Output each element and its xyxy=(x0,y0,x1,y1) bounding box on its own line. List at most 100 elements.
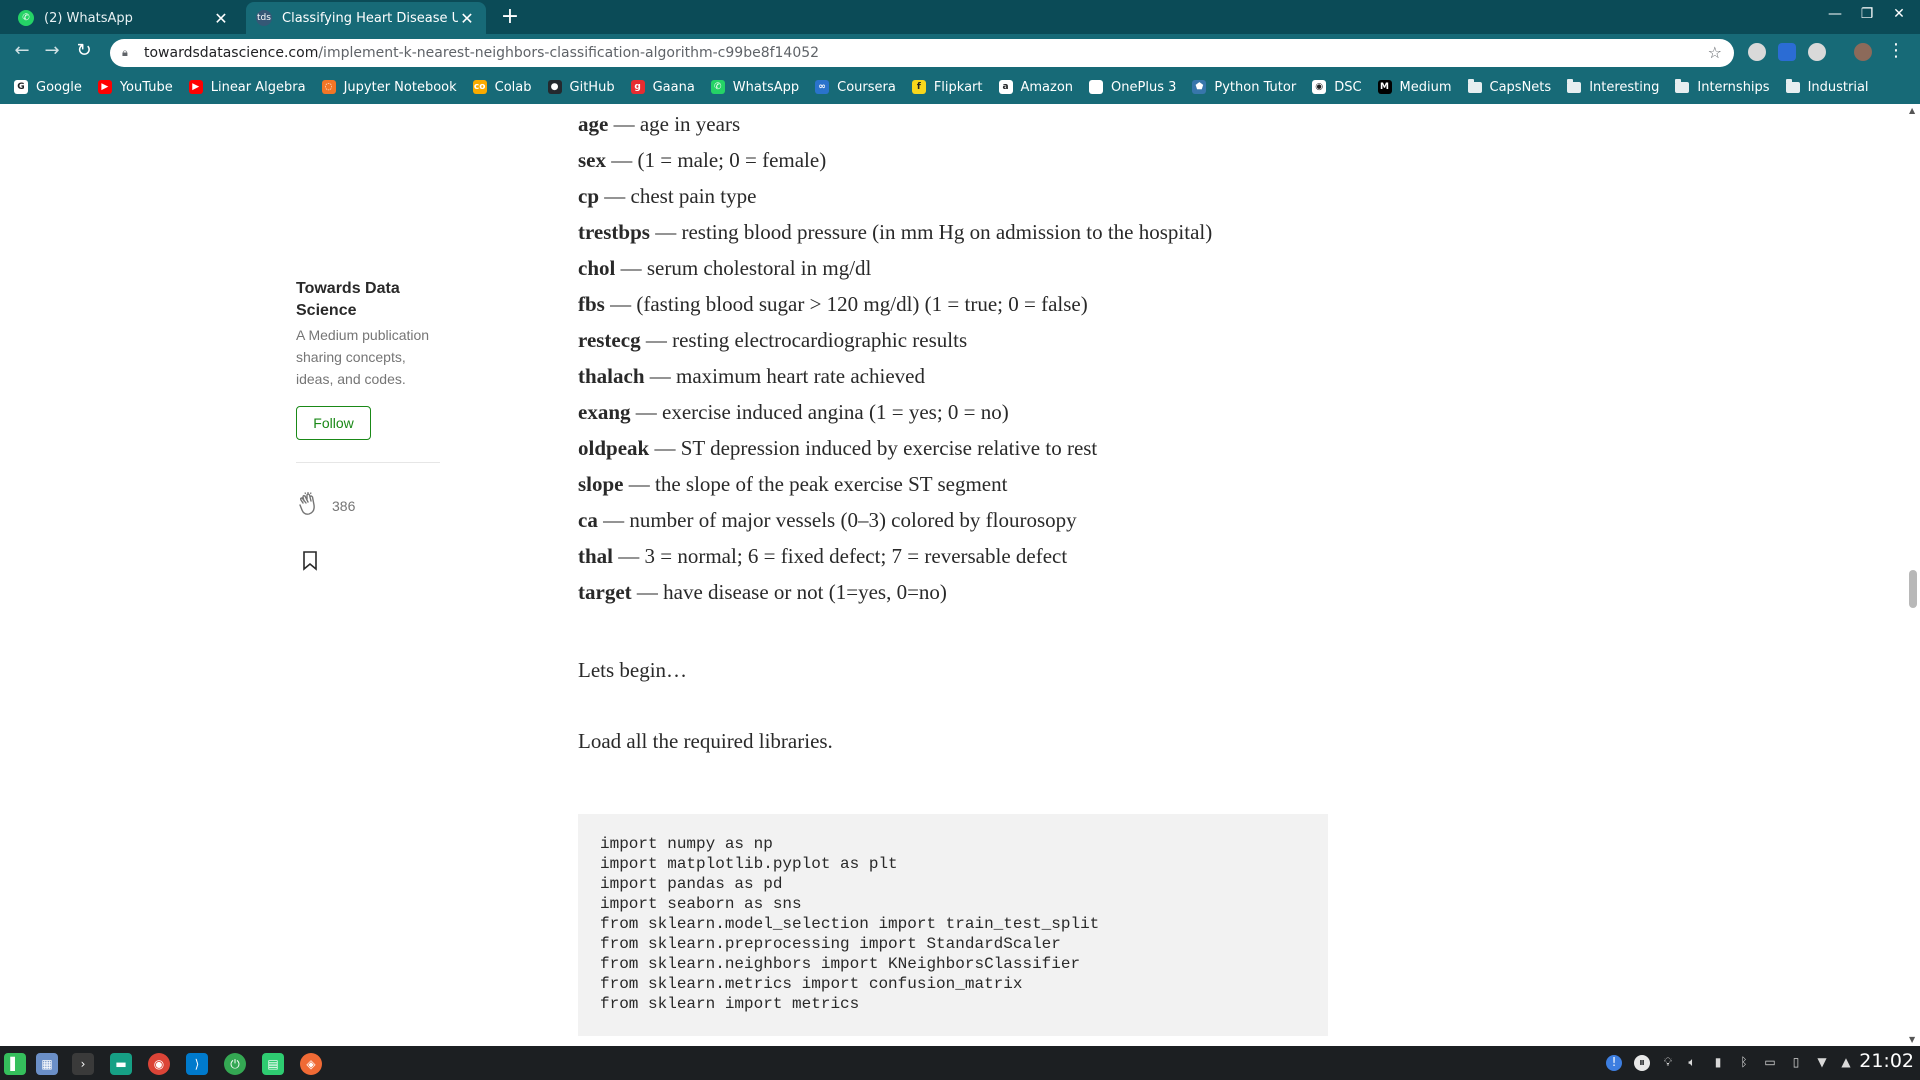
bookmark-medium[interactable]: M Medium xyxy=(1377,80,1452,95)
attribute-name: fbs xyxy=(578,292,605,316)
bookmark-gaana[interactable]: g Gaana xyxy=(630,80,695,95)
bookmark-oneplus-3[interactable]: OnePlus 3 xyxy=(1089,80,1176,95)
tab-title: (2) WhatsApp xyxy=(44,10,133,26)
notification-icon[interactable]: ! xyxy=(1606,1055,1622,1071)
restore-icon[interactable]: ❐ xyxy=(1857,6,1877,22)
volume-icon[interactable]: 🔈︎ xyxy=(1684,1055,1700,1071)
follow-button[interactable]: Follow xyxy=(296,406,371,440)
scrollbar-thumb[interactable] xyxy=(1909,570,1917,608)
attribute-description: — chest pain type xyxy=(599,184,757,208)
vscode-icon[interactable]: ⟩ xyxy=(186,1053,208,1075)
attribute-item: exang — exercise induced angina (1 = yes… xyxy=(578,400,1009,425)
extension-icon[interactable] xyxy=(1748,43,1766,61)
bookmark-youtube[interactable]: ▶ YouTube xyxy=(97,80,173,95)
bookmark-label: Industrial xyxy=(1807,79,1869,95)
bookmark-dsc[interactable]: ◉ DSC xyxy=(1312,80,1362,95)
attribute-name: sex xyxy=(578,148,606,172)
bookmark-internships[interactable]: Internships xyxy=(1675,78,1770,95)
document-icon[interactable]: ▤ xyxy=(262,1053,284,1075)
minimize-icon[interactable]: — xyxy=(1825,6,1845,22)
bookmark-label: Colab xyxy=(494,79,532,95)
clipboard-icon[interactable]: ▮ xyxy=(1710,1055,1726,1071)
bookmark-github[interactable]: ● GitHub xyxy=(547,80,615,95)
attribute-description: — serum cholestoral in mg/dl xyxy=(615,256,872,280)
browser-toolbar: ← → ↻ 🔒︎ towardsdatascience.com /impleme… xyxy=(0,34,1920,70)
battery-icon[interactable]: ▯ xyxy=(1788,1055,1804,1071)
bookmark-jupyter-notebook[interactable]: ◌ Jupyter Notebook xyxy=(321,80,457,95)
pause-icon[interactable]: ⏸ xyxy=(1634,1055,1650,1071)
bookmark-interesting[interactable]: Interesting xyxy=(1567,78,1659,95)
clap-icon[interactable] xyxy=(296,491,322,521)
attribute-description: — the slope of the peak exercise ST segm… xyxy=(623,472,1008,496)
folder-icon xyxy=(1675,78,1690,93)
attribute-item: age — age in years xyxy=(578,112,740,137)
browser-tab-bar: ✆ (2) WhatsApp ✕ tds Classifying Heart D… xyxy=(0,0,1920,34)
profile-avatar-icon[interactable] xyxy=(1854,43,1872,61)
file-manager-icon[interactable]: ▬ xyxy=(110,1053,132,1075)
tab-article[interactable]: tds Classifying Heart Disease Usi ✕ xyxy=(246,2,486,34)
tab-whatsapp[interactable]: ✆ (2) WhatsApp ✕ xyxy=(8,2,240,34)
bookmark-icon[interactable] xyxy=(302,551,446,575)
whatsapp-icon: ✆ xyxy=(710,80,725,94)
code-line: from sklearn.metrics import confusion_ma… xyxy=(600,975,1023,993)
clap-row: 386 xyxy=(296,491,446,521)
attribute-item: restecg — resting electrocardiographic r… xyxy=(578,328,967,353)
attribute-description: — resting electrocardiographic results xyxy=(640,328,968,352)
page-scrollbar[interactable]: ▲ ▼ xyxy=(1906,104,1920,1046)
attribute-item: cp — chest pain type xyxy=(578,184,756,209)
chrome-icon[interactable]: ◉ xyxy=(148,1053,170,1075)
attribute-item: thalach — maximum heart rate achieved xyxy=(578,364,925,389)
wifi-icon[interactable]: ▼ xyxy=(1814,1055,1830,1071)
bookmark-label: Linear Algebra xyxy=(210,79,306,95)
clock[interactable]: 21:02 xyxy=(1859,1050,1914,1072)
bookmark-flipkart[interactable]: f Flipkart xyxy=(911,80,983,95)
bookmark-capsnets[interactable]: CapsNets xyxy=(1467,78,1551,95)
scroll-down-icon[interactable]: ▼ xyxy=(1909,1035,1915,1044)
publication-name[interactable]: Towards Data Science xyxy=(296,278,446,322)
extension-icon[interactable] xyxy=(1778,43,1796,61)
code-line: import numpy as np xyxy=(600,835,773,853)
extension-icon[interactable] xyxy=(1808,43,1826,61)
bookmark-star-icon[interactable]: ☆ xyxy=(1708,43,1722,62)
paragraph: Lets begin… xyxy=(578,658,688,682)
reload-icon[interactable]: ↻ xyxy=(72,40,96,61)
display-icon[interactable]: ▭ xyxy=(1762,1055,1778,1071)
github-icon: ● xyxy=(547,80,562,94)
bookmark-industrial[interactable]: Industrial xyxy=(1785,78,1869,95)
close-tab-icon[interactable]: ✕ xyxy=(212,9,230,28)
tray-expand-icon[interactable]: ▲ xyxy=(1838,1055,1854,1071)
new-tab-button[interactable]: + xyxy=(498,4,522,29)
compass-icon[interactable]: ◈ xyxy=(300,1053,322,1075)
page-icon xyxy=(1089,80,1104,94)
forward-icon[interactable]: → xyxy=(40,40,64,61)
close-tab-icon[interactable]: ✕ xyxy=(458,9,476,28)
gaana-icon: g xyxy=(630,80,645,94)
lightbulb-icon[interactable]: 💡︎ xyxy=(1660,1055,1676,1071)
scroll-up-icon[interactable]: ▲ xyxy=(1909,106,1915,115)
attribute-description: — ST depression induced by exercise rela… xyxy=(649,436,1098,460)
terminal-icon[interactable]: › xyxy=(72,1053,94,1075)
colab-icon: co xyxy=(472,80,487,94)
power-icon[interactable]: ⏻ xyxy=(224,1053,246,1075)
address-bar[interactable]: 🔒︎ towardsdatascience.com /implement-k-n… xyxy=(110,39,1734,67)
manjaro-menu-icon[interactable]: ▌ xyxy=(4,1053,26,1075)
code-line: from sklearn.preprocessing import Standa… xyxy=(600,935,1061,953)
close-window-icon[interactable]: ✕ xyxy=(1889,6,1909,22)
attribute-item: target — have disease or not (1=yes, 0=n… xyxy=(578,580,947,605)
url-path: /implement-k-nearest-neighbors-classific… xyxy=(318,45,820,61)
bluetooth-icon[interactable]: ᛒ xyxy=(1736,1055,1752,1071)
menu-kebab-icon[interactable]: ⋮ xyxy=(1884,40,1908,61)
bookmark-amazon[interactable]: a Amazon xyxy=(998,80,1073,95)
attribute-description: — 3 = normal; 6 = fixed defect; 7 = reve… xyxy=(613,544,1068,568)
dsc-icon: ◉ xyxy=(1312,80,1327,94)
bookmark-colab[interactable]: co Colab xyxy=(472,79,532,95)
attribute-item: ca — number of major vessels (0–3) color… xyxy=(578,508,1077,533)
bookmark-whatsapp[interactable]: ✆ WhatsApp xyxy=(710,80,799,95)
desktop-icon[interactable]: ▦ xyxy=(36,1053,58,1075)
bookmark-python-tutor[interactable]: ⬟ Python Tutor xyxy=(1192,80,1296,95)
bookmark-google[interactable]: G Google xyxy=(14,80,82,95)
bookmark-coursera[interactable]: ∞ Coursera xyxy=(815,80,896,95)
code-block: import numpy as np import matplotlib.pypl… xyxy=(578,814,1328,1036)
back-icon[interactable]: ← xyxy=(10,40,34,61)
bookmark-linear-algebra[interactable]: ▶ Linear Algebra xyxy=(188,79,306,95)
